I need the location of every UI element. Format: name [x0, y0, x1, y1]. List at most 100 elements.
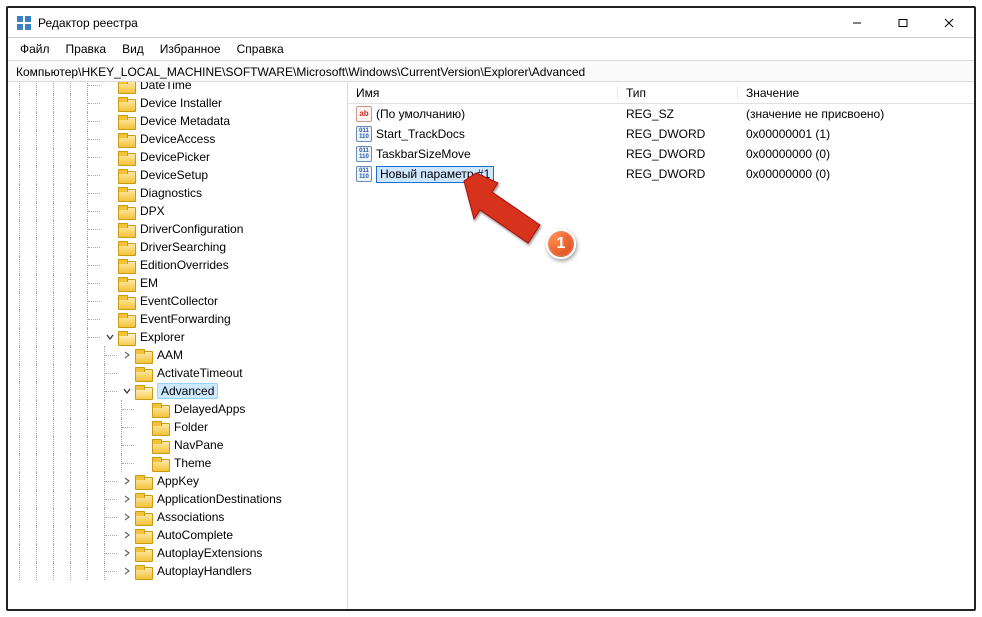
- tree-node[interactable]: DPX: [8, 202, 347, 220]
- tree-node[interactable]: Device Metadata: [8, 112, 347, 130]
- column-type[interactable]: Тип: [618, 86, 738, 100]
- tree-label: AutoplayHandlers: [155, 564, 254, 578]
- expander-icon[interactable]: [104, 115, 116, 127]
- expander-icon[interactable]: [121, 547, 133, 559]
- expander-icon[interactable]: [121, 475, 133, 487]
- menu-file[interactable]: Файл: [14, 40, 56, 58]
- tree-node[interactable]: Folder: [8, 418, 347, 436]
- menu-view[interactable]: Вид: [116, 40, 150, 58]
- value-type: REG_DWORD: [618, 167, 738, 181]
- expander-icon[interactable]: [138, 403, 150, 415]
- tree-label: EventCollector: [138, 294, 220, 308]
- maximize-button[interactable]: [880, 8, 926, 38]
- tree-node[interactable]: Device Installer: [8, 94, 347, 112]
- tree-node[interactable]: AAM: [8, 346, 347, 364]
- expander-icon[interactable]: [104, 223, 116, 235]
- tree-label: ActivateTimeout: [155, 366, 245, 380]
- expander-icon[interactable]: [121, 385, 133, 397]
- tree-node[interactable]: DriverConfiguration: [8, 220, 347, 238]
- folder-icon: [118, 241, 134, 254]
- tree-node[interactable]: DriverSearching: [8, 238, 347, 256]
- tree-label: DriverConfiguration: [138, 222, 245, 236]
- expander-icon[interactable]: [138, 457, 150, 469]
- minimize-button[interactable]: [834, 8, 880, 38]
- expander-icon[interactable]: [121, 529, 133, 541]
- tree-label: AutoComplete: [155, 528, 235, 542]
- folder-icon: [118, 313, 134, 326]
- tree-label: DateTime: [138, 82, 194, 92]
- tree-label: AppKey: [155, 474, 201, 488]
- menu-favorites[interactable]: Избранное: [154, 40, 227, 58]
- tree-node[interactable]: Explorer: [8, 328, 347, 346]
- column-name[interactable]: Имя: [348, 86, 618, 100]
- tree-label: Device Installer: [138, 96, 224, 110]
- expander-icon[interactable]: [104, 295, 116, 307]
- value-row[interactable]: ab(По умолчанию)REG_SZ(значение не присв…: [348, 104, 974, 124]
- tree-node[interactable]: DeviceSetup: [8, 166, 347, 184]
- address-bar[interactable]: Компьютер\HKEY_LOCAL_MACHINE\SOFTWARE\Mi…: [8, 60, 974, 82]
- expander-icon[interactable]: [121, 349, 133, 361]
- tree-label: Associations: [155, 510, 226, 524]
- tree-node[interactable]: Theme: [8, 454, 347, 472]
- tree-pane[interactable]: DateTimeDevice InstallerDevice MetadataD…: [8, 82, 348, 609]
- folder-icon: [118, 277, 134, 290]
- expander-icon[interactable]: [104, 259, 116, 271]
- value-row[interactable]: 011110TaskbarSizeMoveREG_DWORD0x00000000…: [348, 144, 974, 164]
- value-row[interactable]: 011110Новый параметр #1REG_DWORD0x000000…: [348, 164, 974, 184]
- expander-icon[interactable]: [121, 565, 133, 577]
- expander-icon[interactable]: [104, 241, 116, 253]
- tree-node[interactable]: ActivateTimeout: [8, 364, 347, 382]
- expander-icon[interactable]: [104, 97, 116, 109]
- tree-node[interactable]: DevicePicker: [8, 148, 347, 166]
- tree-node[interactable]: Advanced: [8, 382, 347, 400]
- tree-node[interactable]: AppKey: [8, 472, 347, 490]
- menu-help[interactable]: Справка: [231, 40, 290, 58]
- annotation-overlay: 1: [438, 167, 618, 297]
- tree-node[interactable]: EM: [8, 274, 347, 292]
- values-header[interactable]: Имя Тип Значение: [348, 82, 974, 104]
- value-name: Start_TrackDocs: [376, 127, 465, 141]
- expander-icon[interactable]: [104, 205, 116, 217]
- expander-icon[interactable]: [138, 421, 150, 433]
- titlebar[interactable]: Редактор реестра: [8, 8, 974, 38]
- tree-node[interactable]: Diagnostics: [8, 184, 347, 202]
- expander-icon[interactable]: [104, 187, 116, 199]
- folder-icon: [135, 565, 151, 578]
- expander-icon[interactable]: [104, 313, 116, 325]
- expander-icon[interactable]: [104, 133, 116, 145]
- menu-edit[interactable]: Правка: [60, 40, 113, 58]
- tree-node[interactable]: DeviceAccess: [8, 130, 347, 148]
- expander-icon[interactable]: [138, 439, 150, 451]
- tree-node[interactable]: DateTime: [8, 82, 347, 94]
- tree-node[interactable]: AutoplayExtensions: [8, 544, 347, 562]
- tree-node[interactable]: AutoComplete: [8, 526, 347, 544]
- value-name[interactable]: Новый параметр #1: [376, 166, 494, 183]
- tree-node[interactable]: EventCollector: [8, 292, 347, 310]
- tree-label: DevicePicker: [138, 150, 212, 164]
- expander-icon[interactable]: [104, 151, 116, 163]
- tree-label: Diagnostics: [138, 186, 204, 200]
- value-data: 0x00000001 (1): [738, 127, 974, 141]
- tree-node[interactable]: EventForwarding: [8, 310, 347, 328]
- folder-icon: [152, 421, 168, 434]
- window-title: Редактор реестра: [38, 16, 138, 30]
- expander-icon[interactable]: [104, 331, 116, 343]
- expander-icon[interactable]: [104, 169, 116, 181]
- expander-icon[interactable]: [121, 493, 133, 505]
- close-button[interactable]: [926, 8, 972, 38]
- tree-node[interactable]: EditionOverrides: [8, 256, 347, 274]
- tree-node[interactable]: AutoplayHandlers: [8, 562, 347, 580]
- column-value[interactable]: Значение: [738, 86, 974, 100]
- values-pane[interactable]: Имя Тип Значение ab(По умолчанию)REG_SZ(…: [348, 82, 974, 609]
- expander-icon[interactable]: [104, 82, 116, 91]
- expander-icon[interactable]: [104, 277, 116, 289]
- expander-icon[interactable]: [121, 367, 133, 379]
- tree-node[interactable]: Associations: [8, 508, 347, 526]
- value-row[interactable]: 011110Start_TrackDocsREG_DWORD0x00000001…: [348, 124, 974, 144]
- expander-icon[interactable]: [121, 511, 133, 523]
- tree-node[interactable]: NavPane: [8, 436, 347, 454]
- value-type: REG_DWORD: [618, 127, 738, 141]
- tree-node[interactable]: DelayedApps: [8, 400, 347, 418]
- tree-label: NavPane: [172, 438, 225, 452]
- tree-node[interactable]: ApplicationDestinations: [8, 490, 347, 508]
